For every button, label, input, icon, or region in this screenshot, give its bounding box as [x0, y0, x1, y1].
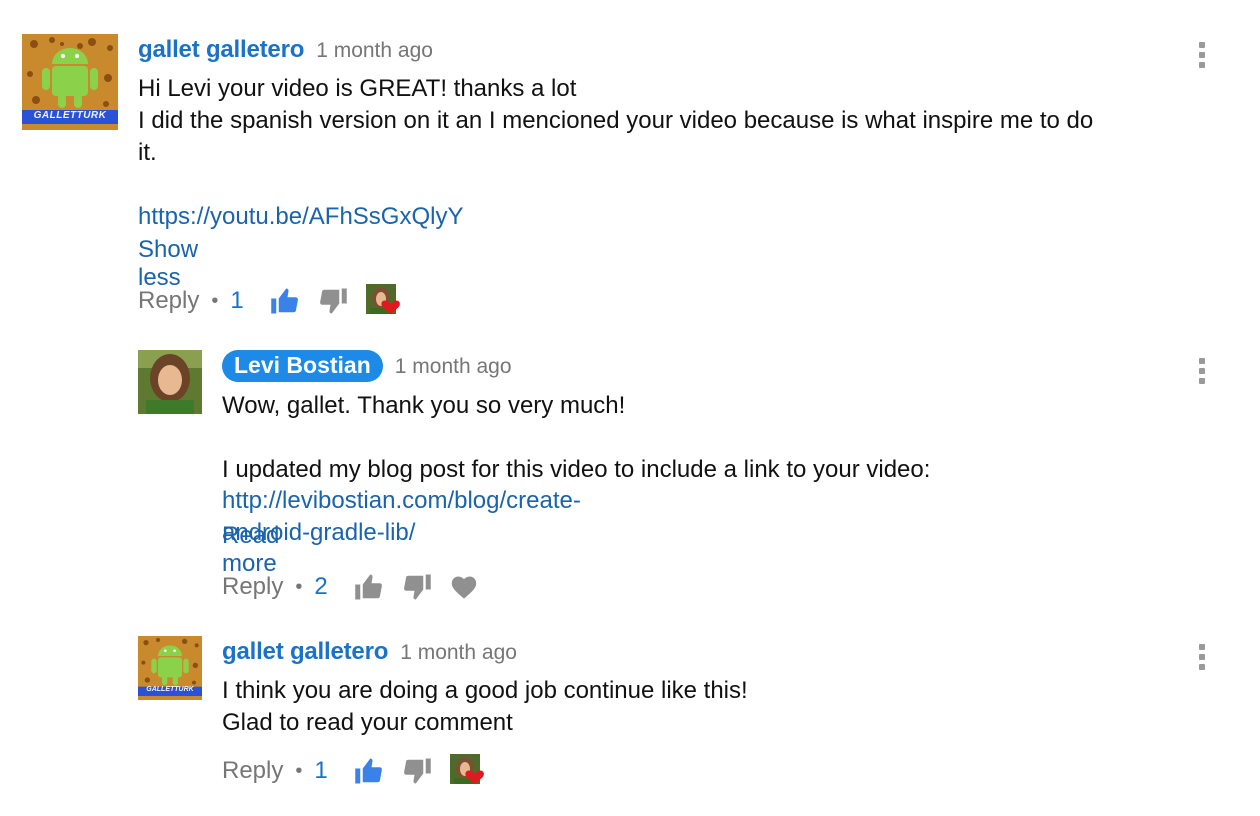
- comment-line: it.: [138, 139, 157, 166]
- person-photo-avatar-icon: [138, 350, 202, 414]
- comment-timestamp[interactable]: 1 month ago: [400, 641, 517, 665]
- commenter-avatar[interactable]: GALLETTURK: [138, 636, 202, 700]
- comment-line: I think you are doing a good job continu…: [222, 677, 748, 704]
- comment-line: Wow, gallet. Thank you so very much!: [222, 392, 626, 419]
- like-button[interactable]: [354, 573, 384, 601]
- comment-text: Hi Levi your video is GREAT! thanks a lo…: [138, 73, 1198, 169]
- reply-button[interactable]: Reply: [222, 573, 283, 601]
- comment-line: I updated my blog post for this video to…: [222, 456, 931, 483]
- reply-button[interactable]: Reply: [138, 287, 199, 315]
- separator-dot: •: [211, 289, 219, 312]
- comment-text: Wow, gallet. Thank you so very much! I u…: [222, 390, 1182, 486]
- commenter-avatar[interactable]: GALLETTURK: [22, 34, 118, 130]
- comment-action-bar: Reply • 1: [222, 754, 484, 788]
- avatar-logo-text: GALLETTURK: [33, 110, 107, 121]
- like-button[interactable]: [354, 757, 384, 785]
- creator-hearted-icon: [449, 754, 484, 785]
- thumbs-down-icon: [403, 758, 431, 784]
- comment-line: [222, 422, 1182, 454]
- like-count: 2: [314, 573, 328, 600]
- comment-menu-icon[interactable]: [1197, 42, 1207, 68]
- avatar-logo-text: GALLETTURK: [146, 686, 194, 693]
- heart-icon: [451, 576, 476, 599]
- comment-line: I did the spanish version on it an I men…: [138, 107, 1094, 134]
- comment-header: Levi Bostian 1 month ago: [222, 350, 512, 382]
- separator-dot: •: [295, 759, 303, 782]
- comment-menu-icon[interactable]: [1197, 644, 1207, 670]
- like-button[interactable]: [270, 287, 300, 315]
- dislike-button[interactable]: [402, 573, 432, 601]
- thumbs-up-icon: [270, 288, 298, 314]
- comment-header: gallet galletero 1 month ago: [222, 638, 517, 666]
- dislike-button[interactable]: [318, 287, 348, 315]
- thumbs-down-icon: [319, 288, 347, 314]
- comment-text: I think you are doing a good job continu…: [222, 675, 1182, 739]
- like-count: 1: [314, 757, 328, 784]
- comment-line: Hi Levi your video is GREAT! thanks a lo…: [138, 75, 577, 102]
- comment-action-bar: Reply • 2: [222, 570, 496, 604]
- reply-button[interactable]: Reply: [222, 757, 283, 785]
- comment-link[interactable]: https://youtu.be/AFhSsGxQlyY: [138, 201, 463, 233]
- comment-menu-icon[interactable]: [1197, 358, 1207, 384]
- creator-heart-badge[interactable]: [449, 754, 484, 788]
- heart-button[interactable]: [450, 574, 478, 600]
- thumbs-up-icon: [354, 758, 382, 784]
- commenter-avatar[interactable]: [138, 350, 202, 414]
- creator-author-badge[interactable]: Levi Bostian: [222, 350, 383, 382]
- comment-line: Glad to read your comment: [222, 709, 513, 736]
- thumbs-down-icon: [403, 574, 431, 600]
- comment-timestamp[interactable]: 1 month ago: [316, 39, 433, 63]
- author-name[interactable]: gallet galletero: [222, 638, 388, 666]
- comment-timestamp[interactable]: 1 month ago: [395, 355, 512, 379]
- comment-action-bar: Reply • 1: [138, 284, 400, 318]
- comment-header: gallet galletero 1 month ago: [138, 36, 433, 64]
- dislike-button[interactable]: [402, 757, 432, 785]
- creator-heart-badge[interactable]: [365, 284, 400, 318]
- author-name[interactable]: gallet galletero: [138, 36, 304, 64]
- creator-hearted-icon: [365, 284, 400, 315]
- like-count: 1: [230, 287, 244, 314]
- thumbs-up-icon: [354, 574, 382, 600]
- separator-dot: •: [295, 575, 303, 598]
